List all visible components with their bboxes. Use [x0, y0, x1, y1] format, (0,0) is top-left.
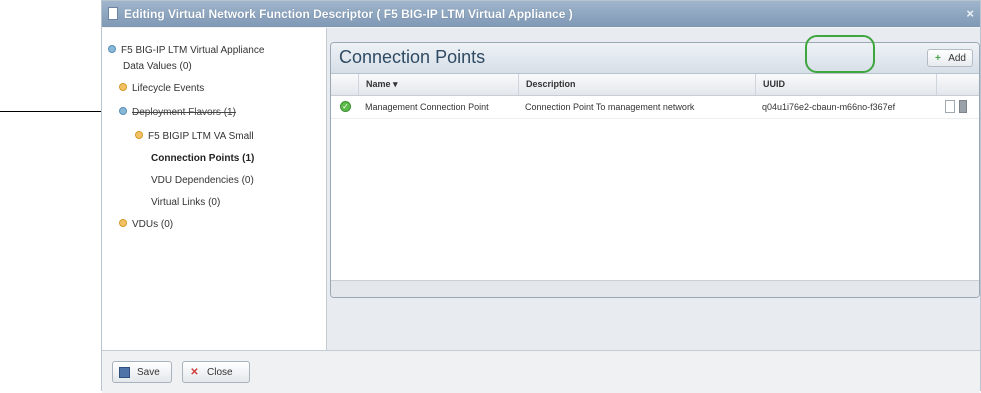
add-button-highlight — [805, 35, 875, 73]
tree-node-icon — [135, 131, 143, 140]
cell-name: Management Connection Point — [365, 102, 489, 112]
horizontal-scrollbar[interactable] — [331, 280, 979, 297]
save-button[interactable]: Save — [112, 361, 172, 383]
column-header-description[interactable]: Description — [518, 74, 755, 95]
panel-title: Connection Points — [339, 47, 486, 67]
connection-points-panel: Connection Points + Add Name ▾ Descripti… — [330, 42, 980, 298]
table-header: Name ▾ Description UUID — [331, 74, 979, 96]
tree-item-vdus[interactable]: VDUs (0) — [119, 218, 173, 232]
tree-item-lifecycle-events[interactable]: Lifecycle Events — [119, 82, 204, 96]
column-header-name[interactable]: Name ▾ — [358, 74, 518, 95]
actions-column-header — [936, 74, 979, 95]
save-icon — [119, 367, 130, 378]
cell-description: Connection Point To management network — [525, 102, 695, 112]
column-header-uuid[interactable]: UUID — [755, 74, 936, 95]
edit-icon[interactable] — [945, 100, 955, 113]
close-button-label: Close — [207, 367, 233, 378]
add-button-label: Add — [948, 53, 966, 64]
table-row[interactable]: ✓ Management Connection Point Connection… — [331, 96, 979, 119]
save-button-label: Save — [137, 367, 160, 378]
status-ok-icon: ✓ — [340, 101, 351, 112]
tree-node-icon — [119, 219, 127, 228]
tree-item-virtual-links[interactable]: Virtual Links (0) — [151, 196, 220, 210]
navigation-tree: F5 BIG-IP LTM Virtual Appliance Data Val… — [102, 28, 327, 350]
close-icon[interactable]: × — [966, 1, 974, 27]
tree-node-icon — [108, 45, 116, 54]
dialog-footer: Save ✕ Close — [102, 350, 980, 393]
cell-uuid: q04u1i76e2-cbaun-m66no-f367ef — [762, 102, 896, 112]
delete-icon[interactable] — [959, 100, 967, 113]
tree-item-root[interactable]: F5 BIG-IP LTM Virtual Appliance — [108, 44, 264, 58]
add-icon: + — [935, 53, 941, 64]
panel-header: Connection Points + Add — [331, 43, 979, 74]
status-column-header — [331, 74, 358, 95]
add-button[interactable]: + Add — [927, 49, 973, 67]
tree-item-connection-points[interactable]: Connection Points (1) — [151, 152, 254, 166]
close-button[interactable]: ✕ Close — [182, 361, 250, 383]
close-icon: ✕ — [190, 367, 199, 378]
tree-item-va-small[interactable]: F5 BIGIP LTM VA Small — [135, 130, 254, 144]
dialog-title: Editing Virtual Network Function Descrip… — [124, 7, 573, 21]
tree-node-icon — [119, 83, 127, 92]
tree-item-data-values[interactable]: Data Values (0) — [123, 60, 192, 74]
document-icon — [108, 7, 118, 20]
content-pane: Connection Points + Add Name ▾ Descripti… — [327, 28, 980, 350]
tree-node-icon — [119, 107, 127, 116]
tree-item-vdu-dependencies[interactable]: VDU Dependencies (0) — [151, 174, 254, 188]
tree-item-deployment-flavors[interactable]: Deployment Flavors (1) — [119, 106, 236, 120]
dialog-titlebar: Editing Virtual Network Function Descrip… — [102, 1, 980, 27]
